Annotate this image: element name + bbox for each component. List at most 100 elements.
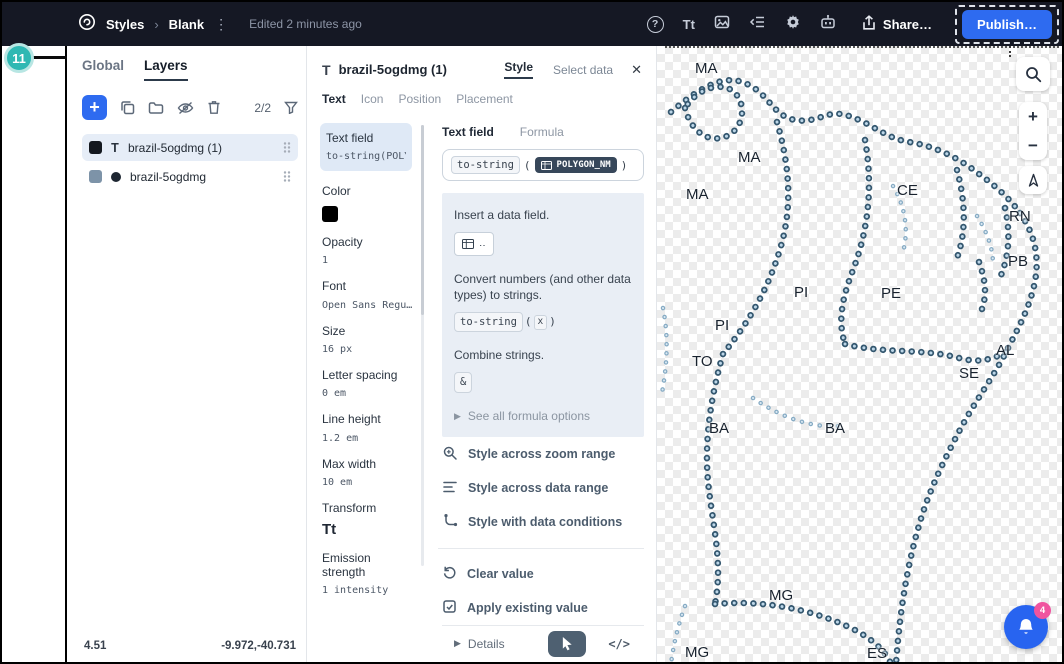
tab-style[interactable]: Style (504, 60, 533, 79)
zoom-out-button[interactable]: − (1019, 131, 1047, 160)
breadcrumb-doc-title[interactable]: Blank (169, 17, 204, 32)
layer-row-circle[interactable]: brazil-5ogdmg (82, 163, 298, 190)
property-transform[interactable]: Transform Tt (322, 501, 414, 537)
legend-list-icon[interactable] (749, 14, 766, 35)
share-button[interactable]: Share… (862, 15, 932, 34)
property-opacity[interactable]: Opacity 1 (322, 235, 414, 266)
zoom-level: 4.51 (84, 640, 106, 652)
filter-icon[interactable] (284, 101, 298, 114)
panel-tabs: Global Layers (82, 58, 298, 81)
delete-trash-icon[interactable] (207, 100, 221, 115)
layer-name[interactable]: brazil-5ogdmg (130, 170, 206, 184)
property-text-field[interactable]: Text field to-string(POLY… (320, 123, 412, 171)
code-view-icon[interactable]: </> (608, 637, 630, 651)
property-label: Transform (322, 501, 414, 515)
layers-toolbar: + 2/2 (82, 95, 298, 120)
add-layer-button[interactable]: + (82, 95, 107, 120)
annotation-connector-line (32, 56, 67, 59)
insert-data-field-button[interactable]: ‥ (454, 232, 494, 256)
settings-gear-icon[interactable] (785, 14, 801, 35)
tab-global[interactable]: Global (82, 58, 124, 81)
map-state-label: RN (1009, 208, 1031, 225)
subtab-placement[interactable]: Placement (456, 92, 513, 106)
dots-glyph: ‥ (479, 237, 486, 251)
property-label: Line height (322, 412, 414, 426)
property-label: Size (322, 324, 414, 338)
subtab-position[interactable]: Position (398, 92, 441, 106)
style-across-zoom-range[interactable]: Style across zoom range (442, 437, 644, 472)
navigation-arrow-icon (1026, 173, 1041, 188)
layer-color-swatch[interactable] (89, 141, 102, 154)
tab-select-data[interactable]: Select data (553, 63, 613, 77)
drag-handle-icon[interactable] (283, 141, 291, 154)
layer-list: T brazil-5ogdmg (1) brazil-5ogdmg (82, 134, 298, 190)
breadcrumb-app[interactable]: Styles (106, 17, 144, 32)
apply-existing-value-button[interactable]: Apply existing value (442, 591, 644, 625)
map-search-button[interactable] (1016, 57, 1050, 91)
formula-function-chip[interactable]: to-string (451, 156, 520, 174)
help-icon[interactable]: ? (647, 16, 664, 33)
x-chip: x (534, 315, 548, 330)
style-across-data-range[interactable]: Style across data range (442, 472, 644, 505)
data-field-chip[interactable]: POLYGON_NM (535, 157, 617, 173)
layer-count: 2/2 (254, 101, 271, 115)
map-state-label: SE (959, 365, 979, 382)
close-icon[interactable]: ✕ (631, 62, 642, 78)
property-line-height[interactable]: Line height 1.2 em (322, 412, 414, 443)
property-font[interactable]: Font Open Sans Regu… (322, 279, 414, 310)
zoom-in-button[interactable]: + (1019, 102, 1047, 131)
folder-icon[interactable] (148, 101, 164, 115)
action-label: Clear value (467, 567, 534, 581)
paren-close: ) (621, 159, 628, 172)
hide-layers-eye-off-icon[interactable] (177, 101, 194, 115)
layer-color-swatch[interactable] (89, 170, 102, 183)
property-size[interactable]: Size 16 px (322, 324, 414, 355)
duplicate-icon[interactable] (120, 100, 135, 115)
felt-logo[interactable] (78, 13, 96, 36)
map-canvas[interactable]: MAMAMACERNPBPIPEPITOALSEBABAMGMGES + − 4 (657, 46, 1062, 662)
scrollbar-thumb[interactable] (421, 125, 424, 315)
action-label: Style across data range (468, 481, 608, 495)
action-label: Style with data conditions (468, 515, 622, 529)
property-value: 1 intensity (322, 585, 414, 596)
undo-icon (442, 565, 457, 583)
locate-button[interactable] (1019, 166, 1047, 194)
paren-open: ( (525, 315, 532, 330)
image-tool-icon[interactable] (714, 14, 730, 35)
robot-icon[interactable] (820, 14, 836, 35)
publish-button[interactable]: Publish… (962, 10, 1052, 39)
subtab-text[interactable]: Text (322, 92, 346, 106)
expand-triangle-icon: ▶ (454, 638, 461, 649)
tab-layers[interactable]: Layers (144, 58, 188, 81)
map-state-label: PI (715, 317, 729, 334)
clear-value-button[interactable]: Clear value (442, 557, 644, 591)
layer-row-text[interactable]: T brazil-5ogdmg (1) (82, 134, 298, 161)
subtab-icon[interactable]: Icon (361, 92, 384, 106)
text-layer-icon: T (110, 141, 120, 155)
formula-input[interactable]: to-string ( POLYGON_NM ) (442, 149, 644, 181)
tab-formula[interactable]: Formula (520, 125, 564, 139)
to-string-chip[interactable]: to-string (454, 312, 523, 332)
text-tool-icon[interactable]: Tt (683, 17, 695, 32)
property-letter-spacing[interactable]: Letter spacing 0 em (322, 368, 414, 399)
property-max-width[interactable]: Max width 10 em (322, 457, 414, 488)
color-swatch[interactable] (322, 206, 338, 222)
breadcrumb-separator: › (154, 17, 158, 32)
transform-tt-icon[interactable]: Tt (322, 521, 414, 538)
property-emission-strength[interactable]: Emission strength 1 intensity (322, 551, 414, 597)
tab-text-field[interactable]: Text field (442, 125, 494, 139)
doc-menu-kebab-icon[interactable]: ⋮ (214, 16, 229, 33)
layers-panel: Global Layers + 2/2 T (65, 46, 307, 662)
select-cursor-button[interactable] (548, 631, 586, 657)
ampersand-chip[interactable]: & (454, 372, 472, 392)
property-label: Text field (326, 131, 406, 145)
see-all-formula-options[interactable]: ▶ See all formula options (454, 408, 632, 424)
notifications-button[interactable]: 4 (1004, 605, 1048, 649)
layer-name[interactable]: brazil-5ogdmg (1) (128, 141, 222, 155)
drag-handle-icon[interactable] (283, 170, 291, 183)
help-combine-text: Combine strings. (454, 347, 632, 363)
style-with-data-conditions[interactable]: Style with data conditions (442, 505, 644, 539)
property-color[interactable]: Color (322, 184, 414, 221)
details-toggle[interactable]: ▶ Details (454, 637, 505, 651)
action-label: Style across zoom range (468, 447, 615, 461)
